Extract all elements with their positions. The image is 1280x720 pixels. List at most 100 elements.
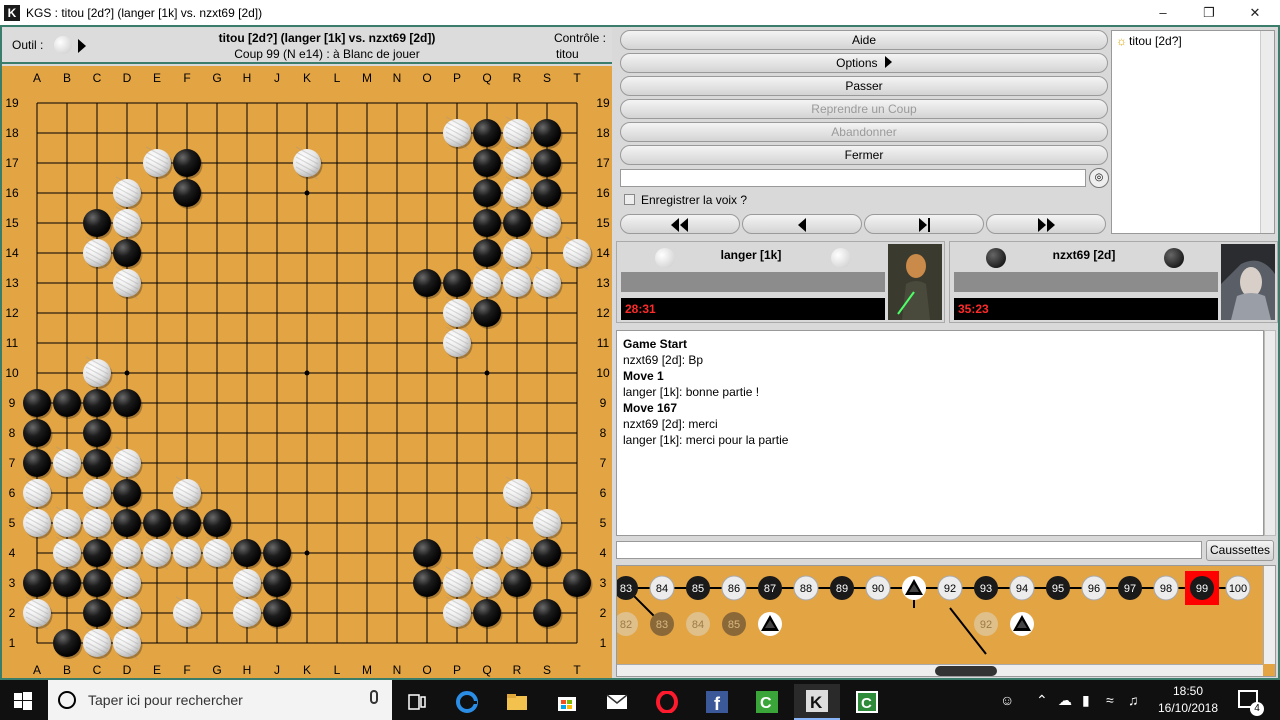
tree-vertical-scrollbar[interactable]: [1263, 566, 1275, 664]
tree-move-node[interactable]: 82: [617, 612, 638, 636]
control-value: titou: [556, 47, 579, 61]
tree-move-node[interactable]: 90: [865, 575, 891, 601]
options-label: Options: [836, 56, 878, 70]
tree-move-node[interactable]: 100: [1225, 575, 1251, 601]
prev-move-button[interactable]: [742, 214, 862, 234]
tree-marker-node[interactable]: [1010, 612, 1034, 636]
next-move-button[interactable]: [864, 214, 984, 234]
first-move-button[interactable]: [620, 214, 740, 234]
black-stone: [413, 269, 443, 299]
tree-move-node[interactable]: 92: [937, 575, 963, 601]
options-button[interactable]: Options: [620, 53, 1108, 73]
windows-start-icon[interactable]: [14, 692, 32, 710]
tree-move-node[interactable]: 96: [1081, 575, 1107, 601]
chat-log[interactable]: Game Start nzxt69 [2d]: Bp Move 1 langer [1…: [616, 330, 1264, 536]
tree-move-node[interactable]: 92: [974, 612, 998, 636]
tree-move-label: 100: [1229, 583, 1247, 595]
tree-horizontal-scrollbar[interactable]: [617, 664, 1263, 676]
volume-icon[interactable]: ♫: [1128, 692, 1139, 708]
go-board-svg[interactable]: AABBCCDDEEFFGGHHJJKKLLMMNNOOPPQQRRSSTT19…: [2, 66, 612, 678]
tree-move-node[interactable]: 95: [1046, 576, 1070, 600]
tool-stone-icon[interactable]: [54, 36, 72, 54]
tree-move-node[interactable]: 87: [758, 576, 782, 600]
tree-move-node[interactable]: 89: [830, 576, 854, 600]
column-label: G: [212, 71, 221, 85]
row-label: 4: [600, 546, 607, 560]
user-list-scrollbar[interactable]: [1260, 31, 1274, 233]
taskbar-search[interactable]: Taper ici pour rechercher: [48, 680, 392, 720]
kgs-icon[interactable]: K: [794, 684, 840, 720]
clock-white: 28:31: [621, 298, 885, 320]
tree-move-node[interactable]: 85: [686, 576, 710, 600]
show-hidden-icons-icon[interactable]: ⌃: [1036, 692, 1048, 709]
minimize-button[interactable]: –: [1140, 0, 1186, 25]
tree-marker-node[interactable]: [758, 612, 782, 636]
row-label: 1: [9, 636, 16, 650]
black-stone: [83, 539, 113, 569]
restore-button[interactable]: ❐: [1186, 0, 1232, 25]
resign-button[interactable]: Abandonner: [620, 122, 1108, 142]
explorer-icon[interactable]: [494, 684, 540, 720]
onedrive-icon[interactable]: ☁: [1058, 692, 1072, 709]
black-stone: [473, 179, 503, 209]
tree-move-node[interactable]: 85: [722, 612, 746, 636]
captures-bar-black: 2: [954, 272, 1218, 320]
command-input[interactable]: [620, 169, 1086, 187]
tree-move-node[interactable]: 83: [650, 612, 674, 636]
last-move-button[interactable]: [986, 214, 1106, 234]
tree-move-node[interactable]: 99: [1185, 571, 1219, 605]
mail-icon[interactable]: [594, 684, 640, 720]
row-label: 11: [597, 336, 610, 350]
chat-input[interactable]: [616, 541, 1202, 559]
tree-move-node[interactable]: 88: [793, 575, 819, 601]
people-icon[interactable]: ☺: [1000, 692, 1014, 708]
tool-menu-arrow-icon[interactable]: [78, 39, 86, 53]
tree-move-node[interactable]: 84: [649, 575, 675, 601]
column-label: C: [93, 71, 102, 85]
battery-icon[interactable]: ▮: [1082, 692, 1090, 709]
facebook-icon[interactable]: f: [694, 684, 740, 720]
microphone-icon[interactable]: [370, 690, 378, 704]
row-label: 18: [5, 126, 19, 140]
taskbar-clock[interactable]: 18:50 16/10/2018: [1150, 683, 1226, 717]
voice-mic-icon[interactable]: ◎: [1089, 168, 1109, 188]
store-icon[interactable]: [544, 684, 590, 720]
tree-move-node[interactable]: 94: [1009, 575, 1035, 601]
close-button[interactable]: ✕: [1232, 0, 1278, 25]
edge-icon[interactable]: [444, 684, 490, 720]
fast-forward-icon: [1038, 218, 1055, 232]
wifi-icon[interactable]: ≈: [1106, 692, 1114, 708]
move-tree-svg[interactable]: 83 84 85 86 87 88 89 90 92 93 94 95 96 97 98 99 100 82 83 8…: [617, 566, 1263, 664]
chat-send-button[interactable]: Caussettes: [1206, 540, 1274, 561]
user-list-item[interactable]: ☼ titou [2d?]: [1116, 34, 1182, 48]
white-stone: [83, 476, 113, 510]
tree-move-node[interactable]: 97: [1118, 576, 1142, 600]
opera-icon[interactable]: [644, 684, 690, 720]
help-button[interactable]: Aide: [620, 30, 1108, 50]
white-stone: [293, 146, 323, 180]
white-stone: [173, 596, 203, 630]
tree-move-node[interactable]: 84: [686, 612, 710, 636]
chat-scrollbar[interactable]: [1264, 330, 1276, 536]
user-list[interactable]: ☼ titou [2d?]: [1111, 30, 1275, 234]
undo-button[interactable]: Reprendre un Coup: [620, 99, 1108, 119]
row-label: 13: [596, 276, 610, 290]
tree-move-node[interactable]: 86: [721, 575, 747, 601]
checkbox-icon[interactable]: [624, 194, 635, 205]
record-voice-checkbox[interactable]: Enregistrer la voix ?: [624, 193, 747, 207]
tree-scroll-thumb[interactable]: [935, 666, 997, 676]
black-stone: [83, 209, 113, 239]
black-stone: [113, 509, 143, 539]
pass-button[interactable]: Passer: [620, 76, 1108, 96]
move-tree[interactable]: 83 84 85 86 87 88 89 90 92 93 94 95 96 97 98 99 100 82 83 8…: [616, 565, 1276, 677]
tree-move-node[interactable]: 93: [974, 576, 998, 600]
black-stone: [533, 119, 563, 149]
star-point: [304, 190, 310, 196]
task-view-icon[interactable]: [394, 684, 440, 720]
close-game-button[interactable]: Fermer: [620, 145, 1108, 165]
tree-move-node[interactable]: 98: [1153, 575, 1179, 601]
go-board[interactable]: A A B B C C D D E E F F G G H H J J K K L L M M N N O O P P Q Q R R S S T T 19…: [2, 66, 612, 678]
camtasia-icon[interactable]: C: [744, 684, 790, 720]
camtasia2-icon[interactable]: C: [844, 684, 890, 720]
tree-marker-node[interactable]: [902, 576, 926, 600]
